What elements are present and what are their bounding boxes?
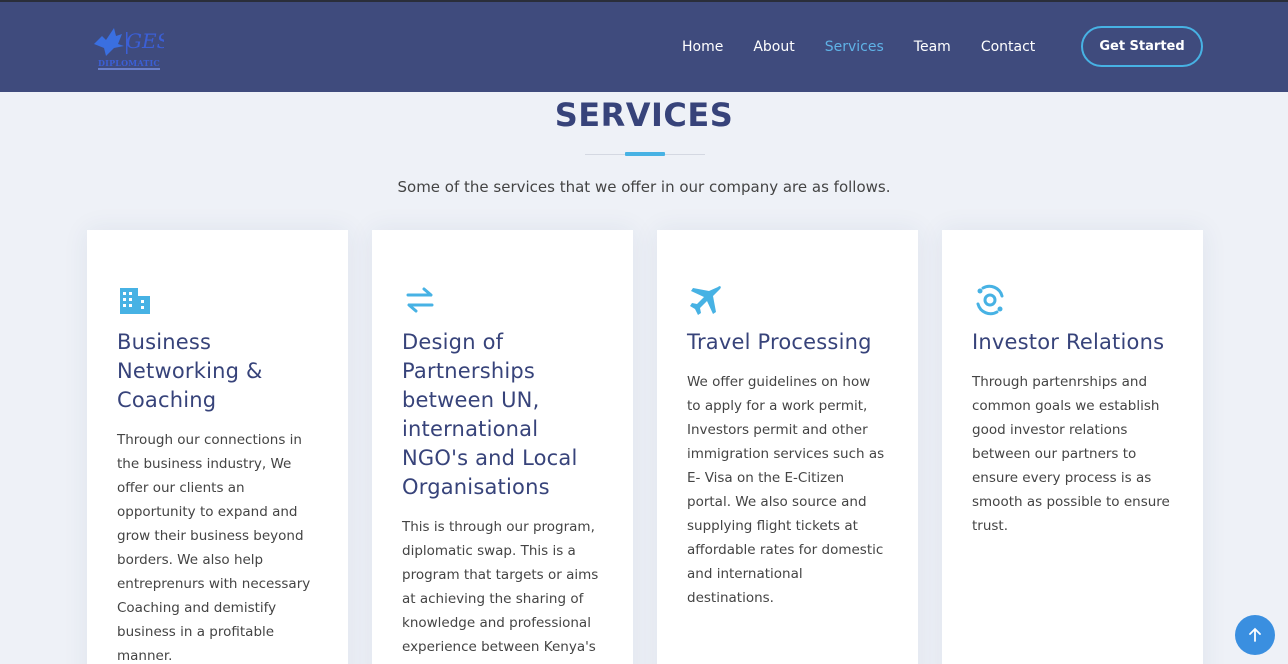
nav-team[interactable]: Team bbox=[914, 38, 951, 58]
airplane-icon bbox=[687, 282, 723, 318]
logo[interactable]: GES DIPLOMATIC bbox=[92, 26, 170, 74]
logo-text: DIPLOMATIC bbox=[98, 58, 160, 68]
logo-icon: GES bbox=[94, 28, 170, 56]
nav-services[interactable]: Services bbox=[825, 38, 884, 58]
card-text: We offer guidelines on how to apply for … bbox=[687, 374, 885, 606]
building-icon bbox=[117, 282, 153, 318]
logo-underline bbox=[98, 68, 160, 70]
back-to-top-button[interactable] bbox=[1235, 615, 1275, 655]
card-title: Business Networking & Coaching bbox=[117, 330, 263, 412]
service-card-partnerships[interactable]: Design of Partnerships between UN, inter… bbox=[372, 230, 633, 664]
get-started-button[interactable]: Get Started bbox=[1081, 26, 1203, 67]
main-nav: Home About Services Team Contact bbox=[682, 38, 1065, 58]
service-card-travel[interactable]: Travel Processing We offer guidelines on… bbox=[657, 230, 918, 664]
card-title: Investor Relations bbox=[972, 330, 1165, 354]
nav-home[interactable]: Home bbox=[682, 38, 723, 58]
arrow-up-icon bbox=[1249, 627, 1261, 642]
swap-arrows-icon bbox=[402, 282, 438, 318]
nav-about[interactable]: About bbox=[753, 38, 794, 58]
card-text: This is through our program, diplomatic … bbox=[402, 519, 599, 655]
title-accent-bar bbox=[625, 152, 665, 156]
svg-text:GES: GES bbox=[126, 29, 164, 53]
section-title: SERVICES bbox=[554, 96, 734, 134]
section-subtitle: Some of the services that we offer in ou… bbox=[397, 178, 891, 196]
card-text: Through our connections in the business … bbox=[117, 432, 311, 664]
nav-contact[interactable]: Contact bbox=[981, 38, 1035, 58]
orbit-icon bbox=[972, 282, 1008, 318]
site-header: GES DIPLOMATIC Home About Services Team … bbox=[0, 2, 1288, 92]
card-title: Travel Processing bbox=[687, 330, 872, 354]
card-text: Through partenrships and common goals we… bbox=[972, 374, 1170, 534]
service-card-investor[interactable]: Investor Relations Through partenrships … bbox=[942, 230, 1203, 664]
service-card-business[interactable]: Business Networking & Coaching Through o… bbox=[87, 230, 348, 664]
card-title: Design of Partnerships between UN, inter… bbox=[402, 330, 578, 499]
